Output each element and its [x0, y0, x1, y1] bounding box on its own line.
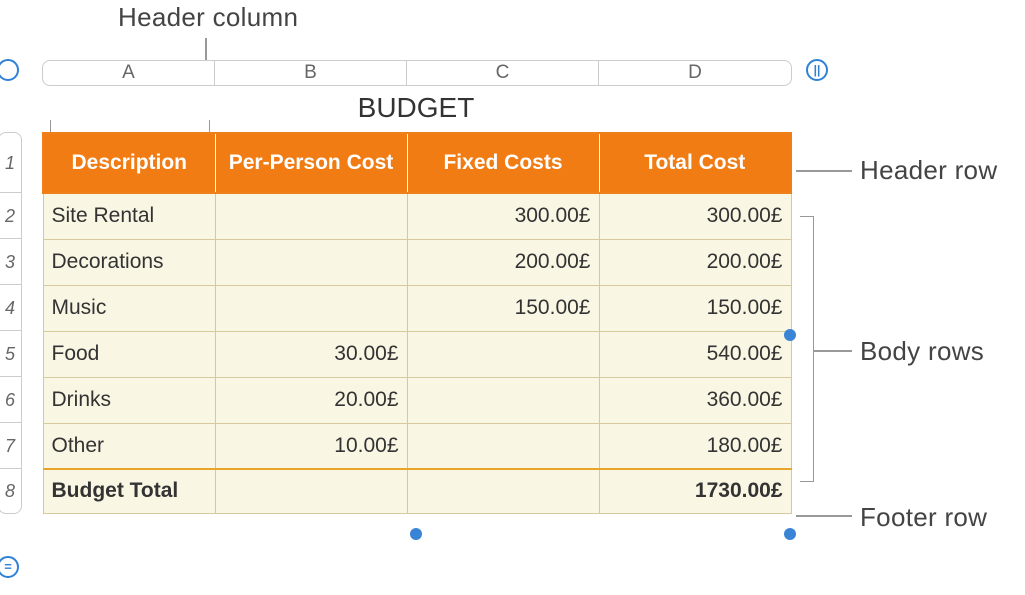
cell-total[interactable]: 300.00£ [599, 193, 791, 239]
selection-handle-icon[interactable] [784, 329, 796, 341]
column-letter-C[interactable]: C [407, 61, 599, 85]
cell-per-person[interactable] [215, 285, 407, 331]
column-letter-bar: A B C D [42, 60, 792, 86]
anno-line [814, 350, 852, 352]
cell-description[interactable]: Drinks [43, 377, 215, 423]
row-number-7[interactable]: 7 [0, 423, 21, 469]
cell-description[interactable]: Site Rental [43, 193, 215, 239]
cell-description[interactable]: Decorations [43, 239, 215, 285]
add-column-handle-icon[interactable]: || [806, 59, 828, 81]
cell-footer-per-person[interactable] [215, 469, 407, 513]
row-number-1[interactable]: 1 [0, 133, 21, 193]
cell-fixed[interactable]: 200.00£ [407, 239, 599, 285]
selection-handle-icon[interactable] [410, 528, 422, 540]
cell-total[interactable]: 540.00£ [599, 331, 791, 377]
cell-total[interactable]: 200.00£ [599, 239, 791, 285]
table-row: Other 10.00£ 180.00£ [43, 423, 791, 469]
cell-fixed[interactable]: 300.00£ [407, 193, 599, 239]
cell-per-person[interactable] [215, 239, 407, 285]
cell-total[interactable]: 360.00£ [599, 377, 791, 423]
column-letter-B[interactable]: B [215, 61, 407, 85]
footer-row: Budget Total 1730.00£ [43, 469, 791, 513]
cell-footer-label[interactable]: Budget Total [43, 469, 215, 513]
cell-fixed[interactable]: 150.00£ [407, 285, 599, 331]
column-letter-A[interactable]: A [43, 61, 215, 85]
column-letter-D[interactable]: D [599, 61, 791, 85]
cell-description[interactable]: Music [43, 285, 215, 331]
table-select-handle-icon[interactable] [0, 59, 19, 81]
table-row: Drinks 20.00£ 360.00£ [43, 377, 791, 423]
cell-fixed[interactable] [407, 377, 599, 423]
table-row: Music 150.00£ 150.00£ [43, 285, 791, 331]
cell-fixed[interactable] [407, 423, 599, 469]
cell-per-person[interactable] [215, 193, 407, 239]
header-fixed-costs[interactable]: Fixed Costs [407, 133, 599, 193]
add-row-handle-icon[interactable]: = [0, 556, 19, 578]
selection-handle-icon[interactable] [784, 528, 796, 540]
row-number-4[interactable]: 4 [0, 285, 21, 331]
cell-footer-total[interactable]: 1730.00£ [599, 469, 791, 513]
cell-fixed[interactable] [407, 331, 599, 377]
header-row: Description Per-Person Cost Fixed Costs … [43, 133, 791, 193]
cell-footer-fixed[interactable] [407, 469, 599, 513]
row-number-3[interactable]: 3 [0, 239, 21, 285]
row-number-8[interactable]: 8 [0, 469, 21, 513]
annotation-body-rows: Body rows [860, 336, 984, 367]
table-row: Site Rental 300.00£ 300.00£ [43, 193, 791, 239]
annotation-footer-row: Footer row [860, 502, 987, 533]
cell-total[interactable]: 180.00£ [599, 423, 791, 469]
cell-per-person[interactable]: 30.00£ [215, 331, 407, 377]
header-total-cost[interactable]: Total Cost [599, 133, 791, 193]
annotation-header-row: Header row [860, 155, 997, 186]
cell-per-person[interactable]: 20.00£ [215, 377, 407, 423]
cell-description[interactable]: Other [43, 423, 215, 469]
row-number-6[interactable]: 6 [0, 377, 21, 423]
anno-line [796, 515, 852, 517]
budget-table: Description Per-Person Cost Fixed Costs … [42, 132, 792, 514]
cell-per-person[interactable]: 10.00£ [215, 423, 407, 469]
row-number-2[interactable]: 2 [0, 193, 21, 239]
anno-bracket-body [800, 216, 814, 482]
header-per-person-cost[interactable]: Per-Person Cost [215, 133, 407, 193]
cell-description[interactable]: Food [43, 331, 215, 377]
header-description[interactable]: Description [43, 133, 215, 193]
table-row: Decorations 200.00£ 200.00£ [43, 239, 791, 285]
cell-total[interactable]: 150.00£ [599, 285, 791, 331]
table-row: Food 30.00£ 540.00£ [43, 331, 791, 377]
row-number-bar: 1 2 3 4 5 6 7 8 [0, 132, 22, 514]
table-title[interactable]: BUDGET [42, 92, 790, 124]
annotation-header-column: Header column [118, 2, 298, 33]
anno-line [796, 170, 852, 172]
row-number-5[interactable]: 5 [0, 331, 21, 377]
